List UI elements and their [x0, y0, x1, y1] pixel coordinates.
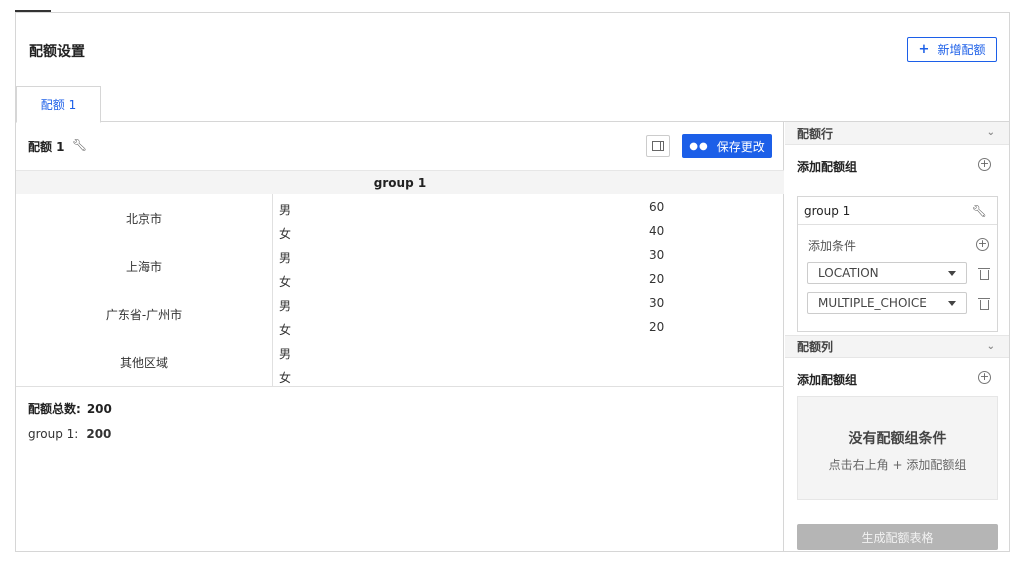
- caret-down-icon: [948, 301, 956, 306]
- condition-select-value: LOCATION: [818, 266, 879, 280]
- page-title: 配额设置: [29, 44, 85, 60]
- table-cell-gender: 女: [279, 323, 292, 337]
- wrench-icon[interactable]: 🔧︎: [972, 204, 987, 218]
- quota-total-value: 200: [86, 402, 112, 416]
- empty-state-hint: 点击右上角 + 添加配额组: [828, 458, 967, 472]
- trash-icon[interactable]: [978, 298, 990, 310]
- empty-state: 没有配额组条件 点击右上角 + 添加配额组: [797, 396, 998, 500]
- condition-select-value: MULTIPLE_CHOICE: [818, 296, 927, 310]
- chevron-down-icon[interactable]: ⌄: [987, 127, 995, 138]
- quota-name: 配额 1: [28, 140, 65, 154]
- quota-header: 配额 1 🔧︎ ●● 保存更改: [16, 122, 784, 170]
- toggle-sidebar-button[interactable]: [646, 135, 670, 157]
- row-group-name: group 1: [798, 197, 997, 225]
- save-changes-button[interactable]: ●● 保存更改: [682, 134, 772, 158]
- table-row-city: 其他区域: [119, 355, 168, 370]
- table-cell-gender: 男: [279, 203, 292, 217]
- table-cell-value[interactable]: 60: [649, 200, 664, 214]
- plus-icon: +: [918, 42, 930, 57]
- group-total-value: 200: [86, 427, 112, 441]
- rows-add-group-label: 添加配额组: [797, 160, 858, 174]
- cols-add-group-label: 添加配额组: [797, 373, 858, 387]
- condition-select[interactable]: LOCATION: [807, 262, 967, 284]
- table-cell-value[interactable]: 30: [649, 296, 664, 310]
- panel-toggle-icon: [652, 141, 664, 151]
- quota-total-label: 配额总数:: [28, 402, 81, 416]
- empty-state-title: 没有配额组条件: [848, 431, 947, 447]
- condition-select[interactable]: MULTIPLE_CHOICE: [807, 292, 967, 314]
- add-condition-label: 添加条件: [808, 239, 857, 253]
- dots-icon: ●●: [689, 140, 709, 152]
- add-condition-icon[interactable]: +: [976, 238, 989, 251]
- table-cell-value[interactable]: 30: [649, 248, 664, 262]
- row-group-card: group 1 🔧︎ 添加条件 + LOCATION MULTIPLE_CHOI…: [797, 196, 998, 332]
- quota-sidebar: 配额行 ⌄ 添加配额组 + group 1 🔧︎ 添加条件 + LOCATION…: [785, 122, 1009, 551]
- cols-section-title: 配额列: [797, 340, 834, 354]
- quota-total: 配额总数: 200: [28, 400, 112, 417]
- add-row-group-icon[interactable]: +: [978, 158, 991, 171]
- table-cell-gender: 男: [279, 251, 292, 265]
- generate-table-button[interactable]: 生成配额表格: [797, 524, 998, 550]
- quota-main-area: 配额 1 🔧︎ ●● 保存更改 group 1 北京市 男 60 女 40 上海…: [16, 122, 784, 551]
- table-divider: [272, 194, 273, 386]
- tab-quota-1[interactable]: 配额 1: [16, 86, 101, 123]
- add-col-group-icon[interactable]: +: [978, 371, 991, 384]
- table-cell-gender: 男: [279, 347, 292, 361]
- table-cell-value[interactable]: 40: [649, 224, 664, 238]
- table-row-city: 上海市: [125, 259, 162, 274]
- table-cell-gender: 女: [279, 275, 292, 289]
- quota-summary: 配额总数: 200 group 1: 200: [28, 400, 112, 441]
- table-group-header: group 1: [16, 170, 784, 194]
- wrench-icon[interactable]: 🔧︎: [72, 138, 87, 152]
- table-row-city: 广东省-广州市: [105, 307, 183, 322]
- table-cell-gender: 女: [279, 371, 292, 385]
- save-changes-label: 保存更改: [716, 139, 765, 154]
- caret-down-icon: [948, 271, 956, 276]
- quota-table: 北京市 男 60 女 40 上海市 男 30 女 20 广东省-广州市 男 30…: [16, 194, 784, 387]
- table-cell-value[interactable]: 20: [649, 272, 664, 286]
- rows-section-title: 配额行: [797, 126, 834, 141]
- quota-settings-panel: 配额设置 + 新增配额 配额 1 配额 1 🔧︎ ●● 保存更改 group 1…: [15, 12, 1010, 552]
- cols-section-header[interactable]: 配额列 ⌄: [785, 335, 1009, 358]
- trash-icon[interactable]: [978, 268, 990, 280]
- rows-section-header[interactable]: 配额行 ⌄: [785, 122, 1009, 145]
- add-quota-label: 新增配额: [937, 43, 986, 57]
- table-cell-value[interactable]: 20: [649, 320, 664, 334]
- table-cell-gender: 男: [279, 299, 292, 313]
- group-total-label: group 1:: [28, 427, 79, 441]
- table-cell-gender: 女: [279, 227, 292, 241]
- chevron-down-icon[interactable]: ⌄: [987, 341, 995, 352]
- add-quota-button[interactable]: + 新增配额: [907, 37, 997, 62]
- quota-tabs: 配额 1: [16, 86, 1009, 123]
- group-total: group 1: 200: [28, 427, 112, 441]
- table-row-city: 北京市: [125, 211, 162, 226]
